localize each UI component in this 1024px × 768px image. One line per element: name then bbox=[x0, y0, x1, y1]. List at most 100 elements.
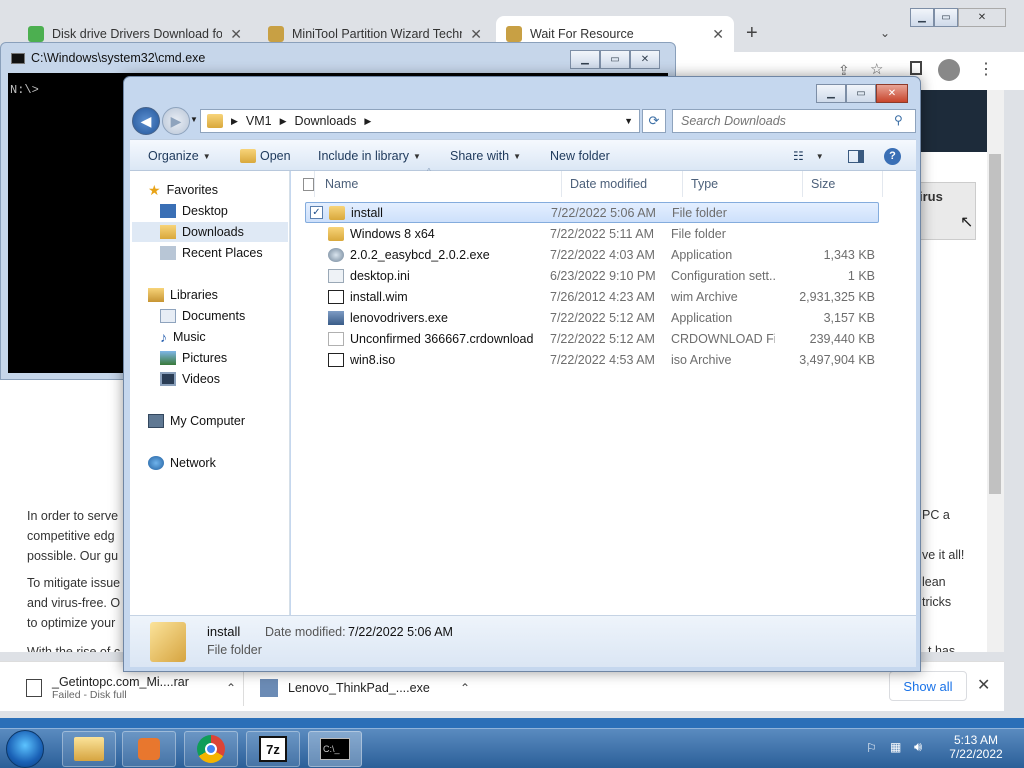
network-status-icon[interactable]: ▦ bbox=[890, 740, 901, 754]
scrollbar-thumb[interactable] bbox=[989, 154, 1001, 494]
file-row[interactable]: desktop.ini 6/23/2022 9:10 PM Configurat… bbox=[305, 265, 879, 286]
star-icon: ★ bbox=[148, 181, 161, 198]
include-in-library-label: Include in library bbox=[318, 149, 410, 163]
new-tab-button[interactable]: + bbox=[746, 22, 758, 45]
nav-network[interactable]: Network bbox=[148, 453, 216, 473]
file-row[interactable]: Windows 8 x64 7/22/2022 5:11 AM File fol… bbox=[305, 223, 879, 244]
breadcrumb-item[interactable]: VM1 bbox=[246, 114, 272, 128]
row-checkbox-checked-icon[interactable]: ✓ bbox=[310, 206, 323, 219]
minimize-button[interactable]: ▁ bbox=[570, 50, 600, 69]
column-header-type[interactable]: Type bbox=[683, 171, 803, 197]
column-header-size[interactable]: Size bbox=[803, 171, 883, 197]
file-name: install.wim bbox=[350, 289, 408, 304]
archive-file-icon bbox=[26, 679, 42, 697]
back-button[interactable]: ◀ bbox=[132, 107, 160, 135]
explorer-window[interactable]: ▁ ▭ ✕ ◀ ▶ ▼ ▶ VM1 ▶ Downloads ▶ ▼ ⟳ ⚲ Or… bbox=[123, 76, 921, 672]
close-button[interactable]: ✕ bbox=[876, 84, 908, 103]
nav-item-videos[interactable]: Videos bbox=[160, 369, 220, 389]
taskbar-chrome-button[interactable] bbox=[184, 731, 238, 767]
breadcrumb-item[interactable]: Downloads bbox=[295, 114, 357, 128]
clock[interactable]: 5:13 AM 7/22/2022 bbox=[936, 733, 1016, 761]
chevron-up-icon[interactable]: ⌃ bbox=[460, 681, 470, 695]
action-center-flag-icon[interactable]: ⚐ bbox=[866, 741, 877, 755]
start-button[interactable] bbox=[6, 730, 44, 768]
column-label: Date modified bbox=[570, 177, 648, 191]
nav-item-desktop[interactable]: Desktop bbox=[160, 201, 228, 221]
taskbar-media-player-button[interactable] bbox=[122, 731, 176, 767]
network-icon bbox=[148, 456, 164, 470]
new-folder-button[interactable]: New folder bbox=[550, 140, 610, 172]
close-downloads-bar-icon[interactable]: ✕ bbox=[977, 675, 990, 695]
preview-pane-button[interactable] bbox=[848, 140, 864, 172]
organize-menu[interactable]: Organize ▼ bbox=[148, 140, 211, 172]
menu-kebab-icon[interactable]: ⋮ bbox=[978, 59, 994, 79]
file-type: CRDOWNLOAD File bbox=[671, 331, 775, 346]
close-button[interactable]: ✕ bbox=[958, 8, 1006, 27]
address-history-chevron-icon[interactable]: ▼ bbox=[624, 116, 633, 126]
open-button[interactable]: Open bbox=[240, 140, 291, 172]
search-icon[interactable]: ⚲ bbox=[894, 113, 903, 127]
help-button[interactable]: ? bbox=[884, 140, 901, 172]
nav-item-recent-places[interactable]: Recent Places bbox=[160, 243, 263, 263]
show-all-downloads-button[interactable]: Show all bbox=[889, 671, 967, 701]
file-row[interactable]: lenovodrivers.exe 7/22/2022 5:12 AM Appl… bbox=[305, 307, 879, 328]
nav-item-documents[interactable]: Documents bbox=[160, 306, 245, 326]
select-all-checkbox[interactable] bbox=[291, 171, 315, 197]
close-button[interactable]: ✕ bbox=[630, 50, 660, 69]
file-row[interactable]: win8.iso 7/22/2022 4:53 AM iso Archive 3… bbox=[305, 349, 879, 370]
nav-item-music[interactable]: ♪ Music bbox=[160, 327, 206, 347]
taskbar-explorer-button[interactable] bbox=[62, 731, 116, 767]
download-item[interactable]: _Getintopc.com_Mi....rar Failed - Disk f… bbox=[26, 670, 236, 706]
refresh-button[interactable]: ⟳ bbox=[642, 109, 666, 133]
download-item[interactable]: Lenovo_ThinkPad_....exe ⌃ bbox=[260, 670, 470, 706]
nav-my-computer[interactable]: My Computer bbox=[148, 411, 245, 431]
file-row[interactable]: ✓ install 7/22/2022 5:06 AM File folder bbox=[305, 202, 879, 223]
file-name: Unconfirmed 366667.crdownload bbox=[350, 331, 534, 346]
change-view-button[interactable]: ☷ ▼ bbox=[793, 140, 824, 172]
nav-favorites[interactable]: ★ Favorites bbox=[148, 180, 218, 200]
tab-search-chevron-icon[interactable]: ⌄ bbox=[880, 26, 890, 40]
nav-item-pictures[interactable]: Pictures bbox=[160, 348, 227, 368]
include-in-library-menu[interactable]: Include in library ▼ bbox=[318, 140, 421, 172]
nav-item-downloads[interactable]: Downloads bbox=[132, 222, 288, 242]
breadcrumb-separator-icon[interactable]: ▶ bbox=[231, 116, 238, 127]
address-bar[interactable]: ▶ VM1 ▶ Downloads ▶ ▼ bbox=[200, 109, 640, 133]
breadcrumb-separator-icon[interactable]: ▶ bbox=[280, 116, 287, 127]
minimize-button[interactable]: ▁ bbox=[816, 84, 846, 103]
clock-date: 7/22/2022 bbox=[949, 747, 1003, 761]
file-row[interactable]: 2.0.2_easybcd_2.0.2.exe 7/22/2022 4:03 A… bbox=[305, 244, 879, 265]
volume-icon[interactable]: 🔊︎ bbox=[914, 739, 922, 755]
taskbar: 7z C:\_ ⚐ ▦ 🔊︎ 5:13 AM 7/22/2022 bbox=[0, 728, 1024, 768]
breadcrumb-separator-icon[interactable]: ▶ bbox=[364, 116, 371, 127]
share-with-menu[interactable]: Share with ▼ bbox=[450, 140, 521, 172]
search-input[interactable] bbox=[672, 109, 916, 133]
maximize-button[interactable]: ▭ bbox=[934, 8, 958, 27]
taskbar-7zip-button[interactable]: 7z bbox=[246, 731, 300, 767]
nav-label: Videos bbox=[182, 372, 220, 386]
forward-button[interactable]: ▶ bbox=[162, 107, 190, 135]
close-tab-icon[interactable]: ✕ bbox=[230, 26, 242, 43]
recent-pages-chevron-icon[interactable]: ▼ bbox=[190, 115, 198, 124]
download-status: Failed - Disk full bbox=[52, 689, 127, 701]
close-tab-icon[interactable]: ✕ bbox=[470, 26, 482, 43]
close-tab-icon[interactable]: ✕ bbox=[712, 26, 724, 43]
sidepanel-icon[interactable] bbox=[910, 61, 922, 75]
taskbar-cmd-button[interactable]: C:\_ bbox=[308, 731, 362, 767]
open-folder-icon bbox=[240, 149, 256, 163]
file-row[interactable]: Unconfirmed 366667.crdownload 7/22/2022 … bbox=[305, 328, 879, 349]
column-header-name[interactable]: Name ^ bbox=[317, 167, 562, 197]
maximize-button[interactable]: ▭ bbox=[600, 50, 630, 69]
nav-libraries[interactable]: Libraries bbox=[148, 285, 218, 305]
file-date: 7/22/2022 5:06 AM bbox=[551, 205, 656, 220]
profile-avatar-icon[interactable] bbox=[938, 59, 960, 81]
file-row[interactable]: install.wim 7/26/2012 4:23 AM wim Archiv… bbox=[305, 286, 879, 307]
column-header-date-modified[interactable]: Date modified bbox=[562, 171, 683, 197]
address-row: ◀ ▶ ▼ ▶ VM1 ▶ Downloads ▶ ▼ ⟳ ⚲ bbox=[130, 105, 916, 137]
minimize-button[interactable]: ▁ bbox=[910, 8, 934, 27]
page-scrollbar[interactable] bbox=[987, 90, 1004, 652]
cmd-title: C:\Windows\system32\cmd.exe bbox=[31, 51, 206, 65]
share-with-label: Share with bbox=[450, 149, 510, 163]
maximize-button[interactable]: ▭ bbox=[846, 84, 876, 103]
file-size: 3,157 KB bbox=[823, 310, 875, 325]
chevron-up-icon[interactable]: ⌃ bbox=[226, 681, 236, 695]
